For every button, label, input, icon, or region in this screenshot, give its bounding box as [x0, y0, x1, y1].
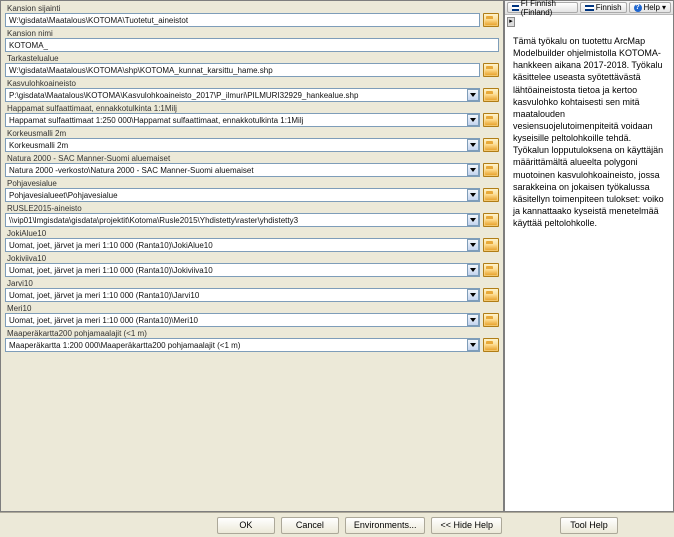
label-jokiviiva10: Jokiviiva10 [5, 253, 499, 263]
browse-button[interactable] [483, 288, 499, 302]
language-button[interactable]: FI Finnish (Finland) [507, 2, 578, 13]
environments-button[interactable]: Environments... [345, 517, 426, 534]
input-natura2000[interactable] [5, 163, 480, 177]
label-tarkastelualue: Tarkastelualue [5, 53, 499, 63]
cancel-button[interactable]: Cancel [281, 517, 339, 534]
input-tarkastelualue[interactable] [5, 63, 480, 77]
dropdown-arrow-icon[interactable] [467, 339, 479, 351]
help-icon: ? [634, 4, 642, 12]
label-jokialue10: JokiAlue10 [5, 228, 499, 238]
label-kansion-nimi: Kansion nimi [5, 28, 499, 38]
help-toolbar: FI Finnish (Finland) Finnish ?Help▾ [505, 1, 673, 15]
label-kasvulohkoaineisto: Kasvulohkoaineisto [5, 78, 499, 88]
dropdown-arrow-icon[interactable] [467, 89, 479, 101]
input-kansion-nimi[interactable] [5, 38, 499, 52]
chevron-down-icon: ▾ [662, 3, 666, 12]
ok-button[interactable]: OK [217, 517, 275, 534]
input-jokiviiva10[interactable] [5, 263, 480, 277]
dropdown-arrow-icon[interactable] [467, 139, 479, 151]
label-kansion-sijainti: Kansion sijainti [5, 3, 499, 13]
label-rusle2015: RUSLE2015-aineisto [5, 203, 499, 213]
dropdown-arrow-icon[interactable] [467, 164, 479, 176]
tool-help-button[interactable]: Tool Help [560, 517, 618, 534]
finnish-button[interactable]: Finnish [580, 2, 627, 13]
language-label: FI Finnish (Finland) [521, 0, 573, 17]
dropdown-arrow-icon[interactable] [467, 214, 479, 226]
browse-button[interactable] [483, 263, 499, 277]
label-meri10: Meri10 [5, 303, 499, 313]
help-dropdown-button[interactable]: ?Help▾ [629, 2, 671, 13]
help-text: Tämä työkalu on tuotettu ArcMap Modelbui… [505, 29, 673, 511]
input-korkeusmalli[interactable] [5, 138, 480, 152]
input-maaperakartta[interactable] [5, 338, 480, 352]
dropdown-arrow-icon[interactable] [467, 264, 479, 276]
dropdown-arrow-icon[interactable] [467, 114, 479, 126]
dropdown-arrow-icon[interactable] [467, 289, 479, 301]
browse-button[interactable] [483, 163, 499, 177]
label-jarvi10: Jarvi10 [5, 278, 499, 288]
browse-button[interactable] [483, 213, 499, 227]
label-korkeusmalli: Korkeusmalli 2m [5, 128, 499, 138]
browse-button[interactable] [483, 188, 499, 202]
label-natura2000: Natura 2000 - SAC Manner-Suomi aluemaise… [5, 153, 499, 163]
label-maaperakartta: Maaperäkartta200 pohjamaalajit (<1 m) [5, 328, 499, 338]
input-jokialue10[interactable] [5, 238, 480, 252]
footer-bar: OK Cancel Environments... << Hide Help T… [0, 512, 674, 537]
label-pohjavesialue: Pohjavesialue [5, 178, 499, 188]
browse-button[interactable] [483, 338, 499, 352]
input-kansion-sijainti[interactable] [5, 13, 480, 27]
browse-button[interactable] [483, 63, 499, 77]
input-jarvi10[interactable] [5, 288, 480, 302]
dropdown-arrow-icon[interactable] [467, 239, 479, 251]
label-sulfaattimaat: Happamat sulfaattimaat, ennakkotulkinta … [5, 103, 499, 113]
input-rusle2015[interactable] [5, 213, 480, 227]
help-panel: FI Finnish (Finland) Finnish ?Help▾ ▸ Tä… [504, 0, 674, 512]
input-meri10[interactable] [5, 313, 480, 327]
browse-button[interactable] [483, 13, 499, 27]
flag-icon [512, 5, 519, 11]
browse-button[interactable] [483, 313, 499, 327]
finnish-label: Finnish [596, 3, 622, 12]
flag-icon [585, 5, 594, 11]
browse-button[interactable] [483, 238, 499, 252]
browse-button[interactable] [483, 113, 499, 127]
dropdown-arrow-icon[interactable] [467, 189, 479, 201]
input-sulfaattimaat[interactable] [5, 113, 480, 127]
collapse-toggle[interactable]: ▸ [507, 17, 515, 27]
hide-help-button[interactable]: << Hide Help [431, 517, 502, 534]
parameters-panel: Kansion sijainti Kansion nimi Tarkastelu… [0, 0, 504, 512]
input-pohjavesialue[interactable] [5, 188, 480, 202]
browse-button[interactable] [483, 88, 499, 102]
browse-button[interactable] [483, 138, 499, 152]
input-kasvulohkoaineisto[interactable] [5, 88, 480, 102]
help-label: Help [644, 3, 660, 12]
dropdown-arrow-icon[interactable] [467, 314, 479, 326]
